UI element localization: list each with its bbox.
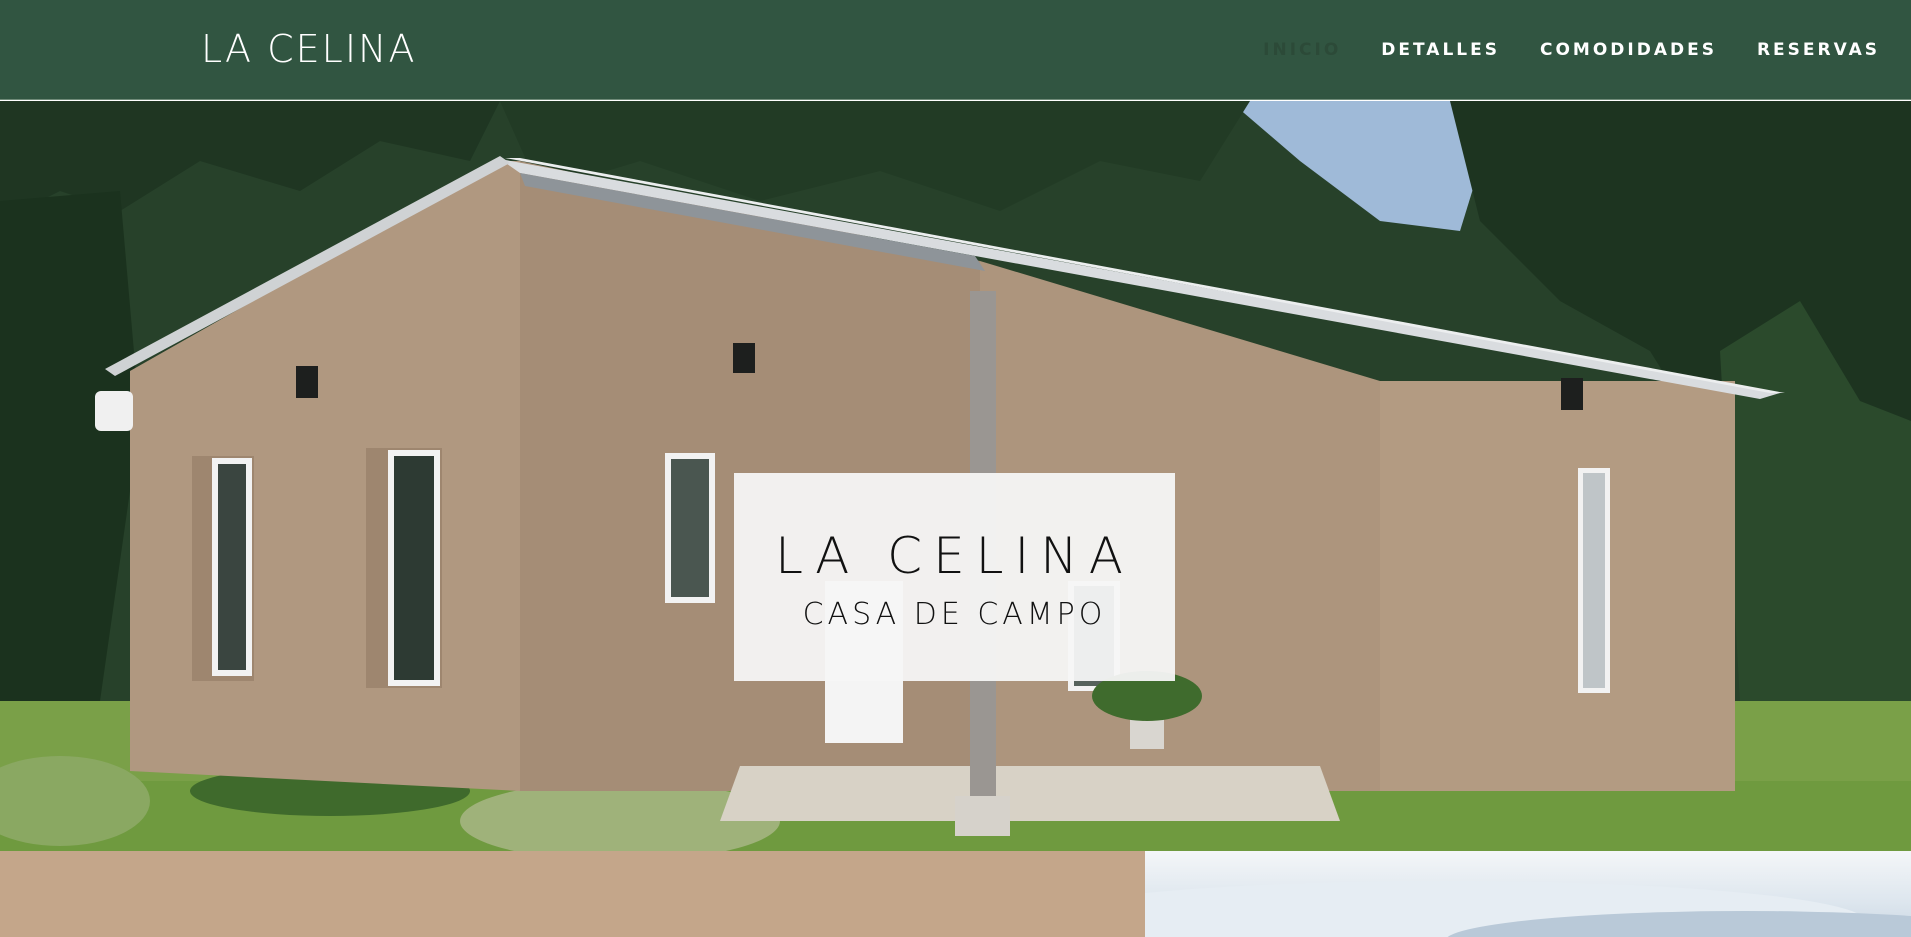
hero-title: LA CELINA [775, 526, 1134, 585]
intro-section-tan-panel [0, 851, 1145, 937]
hero-section: LA CELINA CASA DE CAMPO [0, 101, 1911, 851]
main-nav: INICIO DETALLES COMODIDADES RESERVAS [1223, 0, 1880, 100]
nav-detalles[interactable]: DETALLES [1381, 40, 1500, 60]
intro-section-photo [1145, 851, 1911, 937]
sky-photo-preview [1145, 881, 1911, 937]
brand-logo[interactable]: LA CELINA [201, 27, 416, 71]
nav-reservas[interactable]: RESERVAS [1757, 40, 1880, 60]
hero-subtitle: CASA DE CAMPO [802, 596, 1107, 632]
hero-title-card: LA CELINA CASA DE CAMPO [734, 473, 1175, 681]
nav-inicio[interactable]: INICIO [1263, 40, 1341, 60]
site-header: LA CELINA INICIO DETALLES COMODIDADES RE… [0, 0, 1911, 100]
nav-comodidades[interactable]: COMODIDADES [1540, 40, 1717, 60]
